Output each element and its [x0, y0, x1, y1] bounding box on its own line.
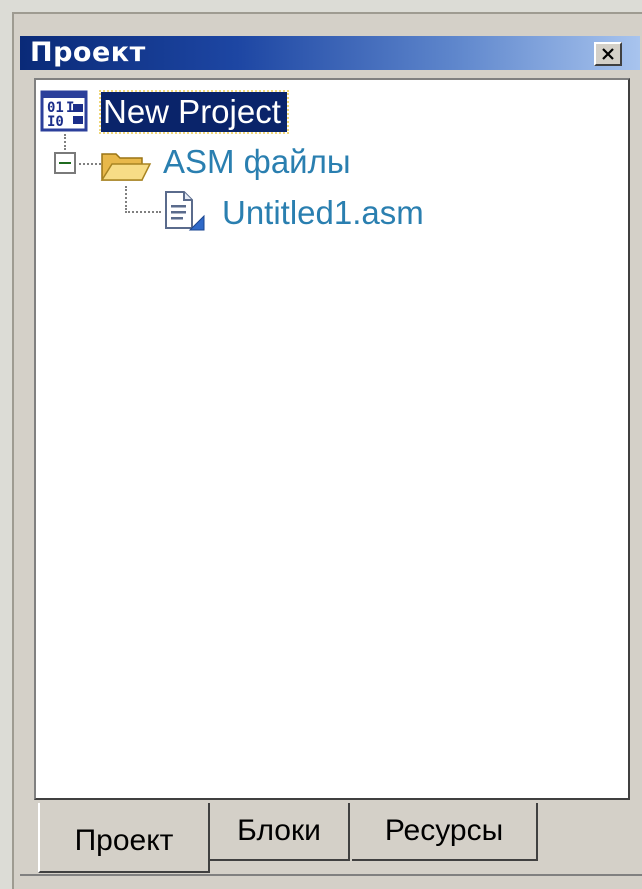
- tree-connector: [125, 211, 161, 213]
- tab-blocks[interactable]: Блоки: [210, 803, 350, 861]
- tab-resources[interactable]: Ресурсы: [352, 803, 538, 861]
- tree-label-asm-files[interactable]: ASM файлы: [163, 142, 351, 182]
- tree-label-new-project[interactable]: New Project: [99, 90, 289, 134]
- collapse-toggle[interactable]: [54, 152, 76, 174]
- panel-titlebar[interactable]: Проект: [20, 36, 640, 70]
- close-icon: [602, 48, 614, 60]
- document-icon: [165, 191, 205, 231]
- panel-tabs: Проект Блоки Ресурсы: [34, 803, 630, 875]
- panel-bottom-border: [20, 874, 642, 876]
- project-tree[interactable]: [34, 78, 630, 800]
- project-icon: 01 I I0: [40, 90, 88, 132]
- close-button[interactable]: [594, 42, 622, 66]
- svg-text:I0: I0: [47, 114, 64, 130]
- tab-project[interactable]: Проект: [38, 803, 210, 873]
- tree-connector: [64, 134, 66, 150]
- panel-title: Проект: [30, 37, 146, 68]
- tree-label-untitled1[interactable]: Untitled1.asm: [222, 193, 424, 233]
- open-folder-icon: [100, 153, 152, 181]
- tree-connector: [125, 186, 127, 210]
- tree-connector: [79, 163, 101, 165]
